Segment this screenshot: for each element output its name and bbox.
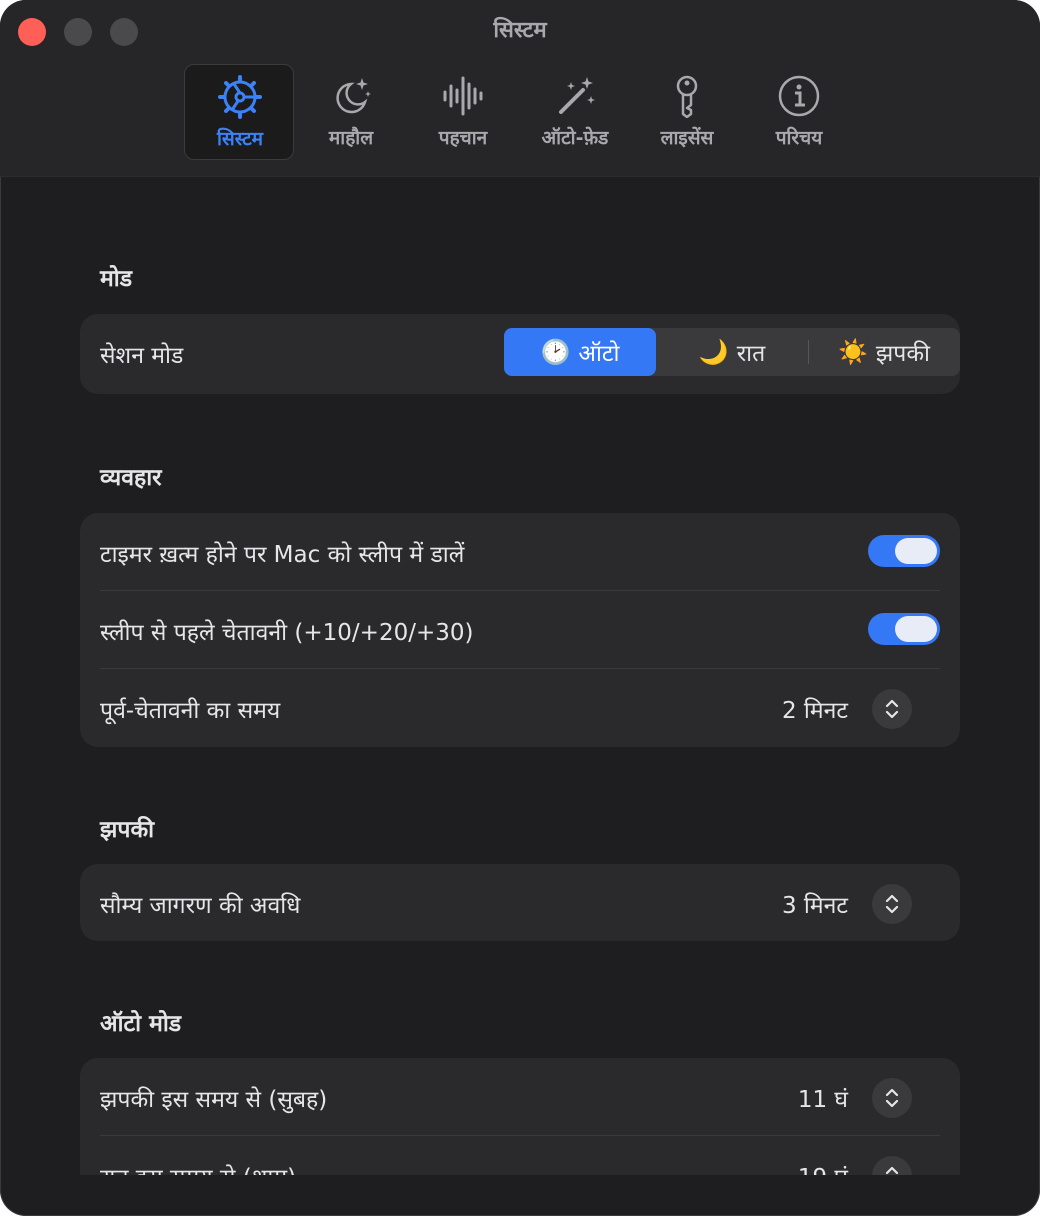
warn-before-sleep-label: स्लीप से पहले चेतावनी (+10/+20/+30): [100, 620, 474, 646]
moon-icon: 🌙: [698, 338, 729, 366]
tab-system[interactable]: सिस्टम: [184, 64, 294, 160]
pre-warning-time-value: 2 मिनट: [781, 698, 848, 724]
info-icon: [778, 75, 820, 117]
pre-warning-time-label: पूर्व-चेतावनी का समय: [100, 698, 281, 724]
night-from-row: रात इस समय से (शाम) 19 घं: [100, 1136, 940, 1175]
section-title-behavior: व्यवहार: [100, 465, 162, 491]
sleep-mac-toggle[interactable]: [868, 535, 940, 567]
tab-about-label: परिचय: [775, 127, 823, 149]
pre-warning-time-row: पूर्व-चेतावनी का समय 2 मिनट: [100, 669, 940, 747]
session-mode-row: सेशन मोड 🕑 ऑटो 🌙 रात ☀️ झपकी: [100, 314, 960, 392]
nap-from-value: 11 घं: [797, 1087, 848, 1113]
chevron-up-down-icon: [885, 1088, 899, 1108]
tab-recognition[interactable]: पहचान: [408, 64, 518, 160]
segment-nap[interactable]: ☀️ झपकी: [808, 328, 960, 376]
night-from-stepper[interactable]: [872, 1156, 912, 1175]
pre-warning-time-stepper[interactable]: [872, 689, 912, 729]
warn-before-sleep-row: स्लीप से पहले चेतावनी (+10/+20/+30): [100, 591, 940, 669]
sleep-mac-label: टाइमर ख़त्म होने पर Mac को स्लीप में डाल…: [100, 542, 465, 568]
gear-icon: [218, 75, 262, 119]
moon-stars-icon: [336, 78, 371, 114]
tab-ambience[interactable]: माहौल: [296, 64, 406, 160]
chevron-up-down-icon: [885, 1166, 899, 1175]
nap-from-stepper[interactable]: [872, 1078, 912, 1118]
segment-night[interactable]: 🌙 रात: [656, 328, 808, 376]
toggle-knob: [895, 538, 937, 564]
window-title: सिस्टम: [493, 18, 547, 43]
section-title-auto-mode: ऑटो मोड: [100, 1011, 182, 1037]
session-mode-label: सेशन मोड: [100, 343, 184, 369]
warn-before-sleep-toggle[interactable]: [868, 613, 940, 645]
nap-from-label: झपकी इस समय से (सुबह): [100, 1087, 328, 1113]
tab-auto-fade-label: ऑटो-फ़ेड: [541, 127, 609, 149]
night-from-label: रात इस समय से (शाम): [100, 1160, 296, 1175]
segment-night-label: रात: [736, 341, 766, 367]
preferences-window: सिस्टम सिस्टम माहौल पहचान ऑटो-फ़ेड लाइसे…: [0, 0, 1040, 1216]
chevron-up-down-icon: [885, 894, 899, 914]
key-icon: [676, 75, 698, 118]
waveform-icon: [443, 76, 483, 116]
auto-mode-card: झपकी इस समय से (सुबह) 11 घं रात इस समय स…: [80, 1058, 960, 1175]
sleep-mac-row: टाइमर ख़त्म होने पर Mac को स्लीप में डाल…: [100, 513, 940, 591]
section-title-mode: मोड: [100, 266, 133, 292]
tab-license-label: लाइसेंस: [660, 127, 714, 149]
mode-card: सेशन मोड 🕑 ऑटो 🌙 रात ☀️ झपकी: [80, 314, 960, 394]
chevron-up-down-icon: [885, 699, 899, 719]
tab-license[interactable]: लाइसेंस: [632, 64, 742, 160]
magic-wand-icon: [559, 77, 595, 114]
segment-auto-label: ऑटो: [578, 341, 620, 367]
preferences-content: मोड सेशन मोड 🕑 ऑटो 🌙 रात ☀️ झपकी व्यवहार…: [0, 177, 1040, 1175]
tab-auto-fade[interactable]: ऑटो-फ़ेड: [520, 64, 630, 160]
segment-nap-label: झपकी: [875, 341, 930, 367]
tab-recognition-label: पहचान: [438, 127, 488, 149]
sun-icon: ☀️: [838, 338, 868, 366]
session-mode-segmented-control: 🕑 ऑटो 🌙 रात ☀️ झपकी: [504, 328, 960, 376]
toggle-knob: [895, 616, 937, 642]
gentle-wake-stepper[interactable]: [872, 884, 912, 924]
behavior-card: टाइमर ख़त्म होने पर Mac को स्लीप में डाल…: [80, 513, 960, 747]
nap-card: सौम्य जागरण की अवधि 3 मिनट: [80, 864, 960, 941]
tab-about[interactable]: परिचय: [744, 64, 854, 160]
segment-auto[interactable]: 🕑 ऑटो: [504, 328, 656, 376]
clock-icon: 🕑: [540, 338, 571, 366]
gentle-wake-value: 3 मिनट: [781, 893, 848, 919]
section-title-nap: झपकी: [100, 817, 155, 843]
tab-system-label: सिस्टम: [216, 128, 264, 150]
night-from-value: 19 घं: [798, 1160, 848, 1175]
gentle-wake-label: सौम्य जागरण की अवधि: [100, 893, 301, 919]
gentle-wake-row: सौम्य जागरण की अवधि 3 मिनट: [100, 864, 940, 942]
title-bar: सिस्टम सिस्टम माहौल पहचान ऑटो-फ़ेड लाइसे…: [0, 0, 1040, 177]
tab-ambience-label: माहौल: [328, 127, 374, 149]
nap-from-row: झपकी इस समय से (सुबह) 11 घं: [100, 1058, 940, 1136]
